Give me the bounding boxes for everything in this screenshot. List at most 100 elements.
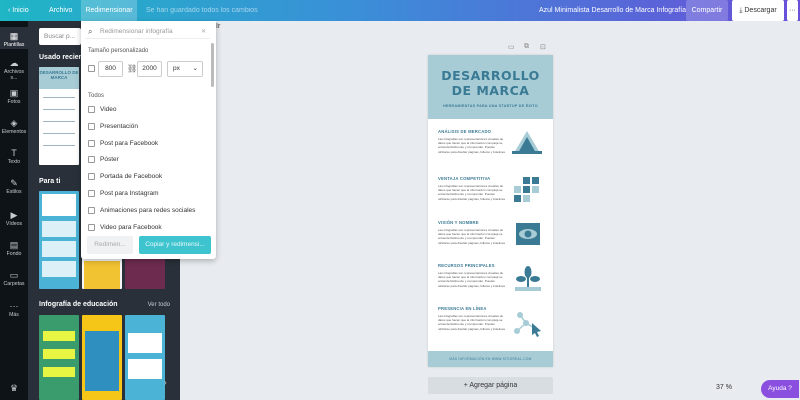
checkbox-box [88, 172, 95, 180]
note-icon[interactable]: ▭ [508, 43, 515, 51]
format-option-label: Video [100, 106, 117, 113]
rail-elements[interactable]: ◈ Elementos [0, 118, 28, 135]
rail-templates[interactable]: ▦ Plantillas [0, 27, 28, 49]
template-search-input[interactable]: Buscar p... [39, 28, 81, 45]
chevron-right-icon[interactable]: › [164, 378, 167, 387]
section-heading[interactable]: VISIÓN Y NOMBRE [438, 220, 479, 225]
unit-select[interactable]: px ⌄ [167, 61, 203, 77]
thumb-block [84, 261, 120, 289]
format-option-poster[interactable]: Póster [88, 154, 119, 166]
recent-template-thumb[interactable]: DESARROLLO DE MARCA [39, 67, 79, 165]
checkbox-box [88, 155, 95, 163]
infographic-footer[interactable]: MÁS INFORMACIÓN EN WWW.SITIOREAL.COM [428, 351, 553, 367]
canvas-toolbar-text[interactable]: Ir [216, 23, 220, 30]
rail-videos[interactable]: ▶ Vídeos [0, 210, 28, 227]
save-status: Se han guardado todos los cambios [146, 7, 258, 14]
custom-size-label: Tamaño personalizado [88, 48, 149, 54]
checkbox-box [88, 65, 95, 72]
thumb-block [42, 221, 76, 237]
text-icon: T [11, 148, 17, 158]
format-option-facebook-video[interactable]: Video para Facebook [88, 222, 162, 231]
section-heading[interactable]: PRESENCIA EN LÍNEA [438, 306, 487, 311]
rail-more[interactable]: ··· Más [0, 301, 28, 318]
resize-search-field[interactable]: ⌕ Redimensionar infografía ✕ [85, 25, 210, 39]
plant-icon [515, 266, 541, 291]
download-label: Descargar [744, 7, 777, 14]
dropdown-scrollbar[interactable] [211, 43, 214, 87]
education-thumb-3[interactable] [125, 315, 165, 400]
more-options-button[interactable]: ··· [787, 0, 798, 21]
format-option-facebook-cover[interactable]: Portada de Facebook [88, 171, 162, 183]
photo-icon: ▣ [9, 88, 19, 98]
eye-icon [516, 223, 540, 245]
resize-menu[interactable]: Redimensionar [81, 0, 137, 21]
section-heading[interactable]: VENTAJA COMPETITIVA [438, 176, 490, 181]
format-option-instagram-post[interactable]: Post para Instagram [88, 188, 159, 200]
infographic-subtitle[interactable]: HERRAMIENTAS PARA UNA STARTUP DE ÉXITO [428, 104, 553, 108]
left-rail: ▦ Plantillas ☁ Archivos s... ▣ Fotos ◈ Eleme… [0, 21, 28, 400]
format-option-social-animations[interactable]: Animaciones para redes sociales [88, 205, 195, 217]
section-body[interactable]: Las infografías son representaciones vis… [438, 228, 506, 245]
infographic-title-line2[interactable]: DE MARCA [428, 84, 553, 98]
rail-photos[interactable]: ▣ Fotos [0, 88, 28, 105]
play-icon: ▶ [10, 210, 18, 220]
width-input[interactable]: 800 [98, 61, 123, 77]
for-you-section-title: Para ti [39, 178, 61, 185]
infographic-page[interactable]: DESARROLLO DE MARCA HERRAMIENTAS PARA UN… [428, 55, 553, 367]
rail-label: Fondo [6, 251, 22, 257]
section-heading[interactable]: RECURSOS PRINCIPALES [438, 263, 495, 268]
section-body[interactable]: Las infografías son representaciones vis… [438, 271, 506, 288]
rail-uploads[interactable]: ☁ Archivos s... [0, 58, 28, 81]
close-icon[interactable]: ✕ [201, 28, 206, 35]
download-button[interactable]: ⤓ Descargar [732, 0, 784, 21]
format-option-presentation[interactable]: Presentación [88, 121, 138, 133]
rail-label: Plantillas [3, 42, 25, 48]
see-all-link[interactable]: Ver todo [148, 302, 170, 308]
thumb-line [43, 97, 75, 98]
thumb-block [85, 331, 119, 391]
more-icon: ··· [9, 301, 19, 311]
duplicate-page-icon[interactable]: ⧉ [524, 43, 529, 51]
file-menu[interactable]: Archivo [49, 0, 72, 21]
all-formats-label: Todos [88, 93, 105, 99]
add-page-icon[interactable]: ⊡ [540, 43, 546, 51]
education-thumb-2[interactable] [82, 315, 122, 400]
section-body[interactable]: Las infografías son representaciones vis… [438, 314, 506, 331]
document-title[interactable]: Azul Minimalista Desarrollo de Marca Inf… [539, 0, 686, 21]
zoom-level[interactable]: 37 % [716, 384, 732, 391]
templates-icon: ▦ [9, 31, 19, 41]
crown-icon[interactable]: ♛ [0, 383, 28, 394]
height-input[interactable]: 2000 [137, 61, 162, 77]
rail-label: Archivos s... [4, 69, 24, 81]
infographic-header: DESARROLLO DE MARCA HERRAMIENTAS PARA UN… [428, 55, 553, 119]
section-heading[interactable]: ANÁLISIS DE MERCADO [438, 129, 491, 134]
home-button[interactable]: ‹ Inicio [8, 0, 29, 21]
format-option-video[interactable]: Video [88, 104, 117, 116]
rail-styles[interactable]: ✎ Estilos [0, 178, 28, 195]
education-section-title: Infografía de educación [39, 301, 118, 308]
infographic-title-line1[interactable]: DESARROLLO [428, 69, 553, 83]
section-body[interactable]: Las infografías son representaciones vis… [438, 137, 506, 154]
help-button[interactable]: Ayuda ? [761, 380, 799, 398]
thumb-line [43, 109, 75, 110]
grid-icon [514, 177, 539, 202]
section-body[interactable]: Las infografías son representaciones vis… [438, 184, 506, 201]
resize-button[interactable]: Redimen... [87, 236, 133, 254]
format-option-facebook-post[interactable]: Post para Facebook [88, 138, 158, 150]
for-you-thumb-1[interactable] [39, 191, 79, 289]
checkbox-box [88, 139, 95, 147]
network-icon [514, 312, 541, 337]
rail-text[interactable]: T Texto [0, 148, 28, 165]
education-thumb-1[interactable] [39, 315, 79, 400]
add-page-button[interactable]: + Agregar página [428, 377, 553, 394]
rail-background[interactable]: ▤ Fondo [0, 240, 28, 257]
lock-ratio-icon[interactable]: ⛓ [127, 64, 137, 73]
rail-label: Estilos [6, 189, 22, 195]
cloud-icon: ☁ [9, 58, 19, 68]
share-button[interactable]: Compartir [686, 0, 728, 21]
rail-folders[interactable]: ▭ Carpetas [0, 270, 28, 287]
mountain-icon [512, 131, 542, 154]
thumb-line [43, 121, 75, 122]
thumb-block [42, 241, 76, 257]
copy-and-resize-button[interactable]: Copiar y redimensi... [139, 236, 211, 254]
